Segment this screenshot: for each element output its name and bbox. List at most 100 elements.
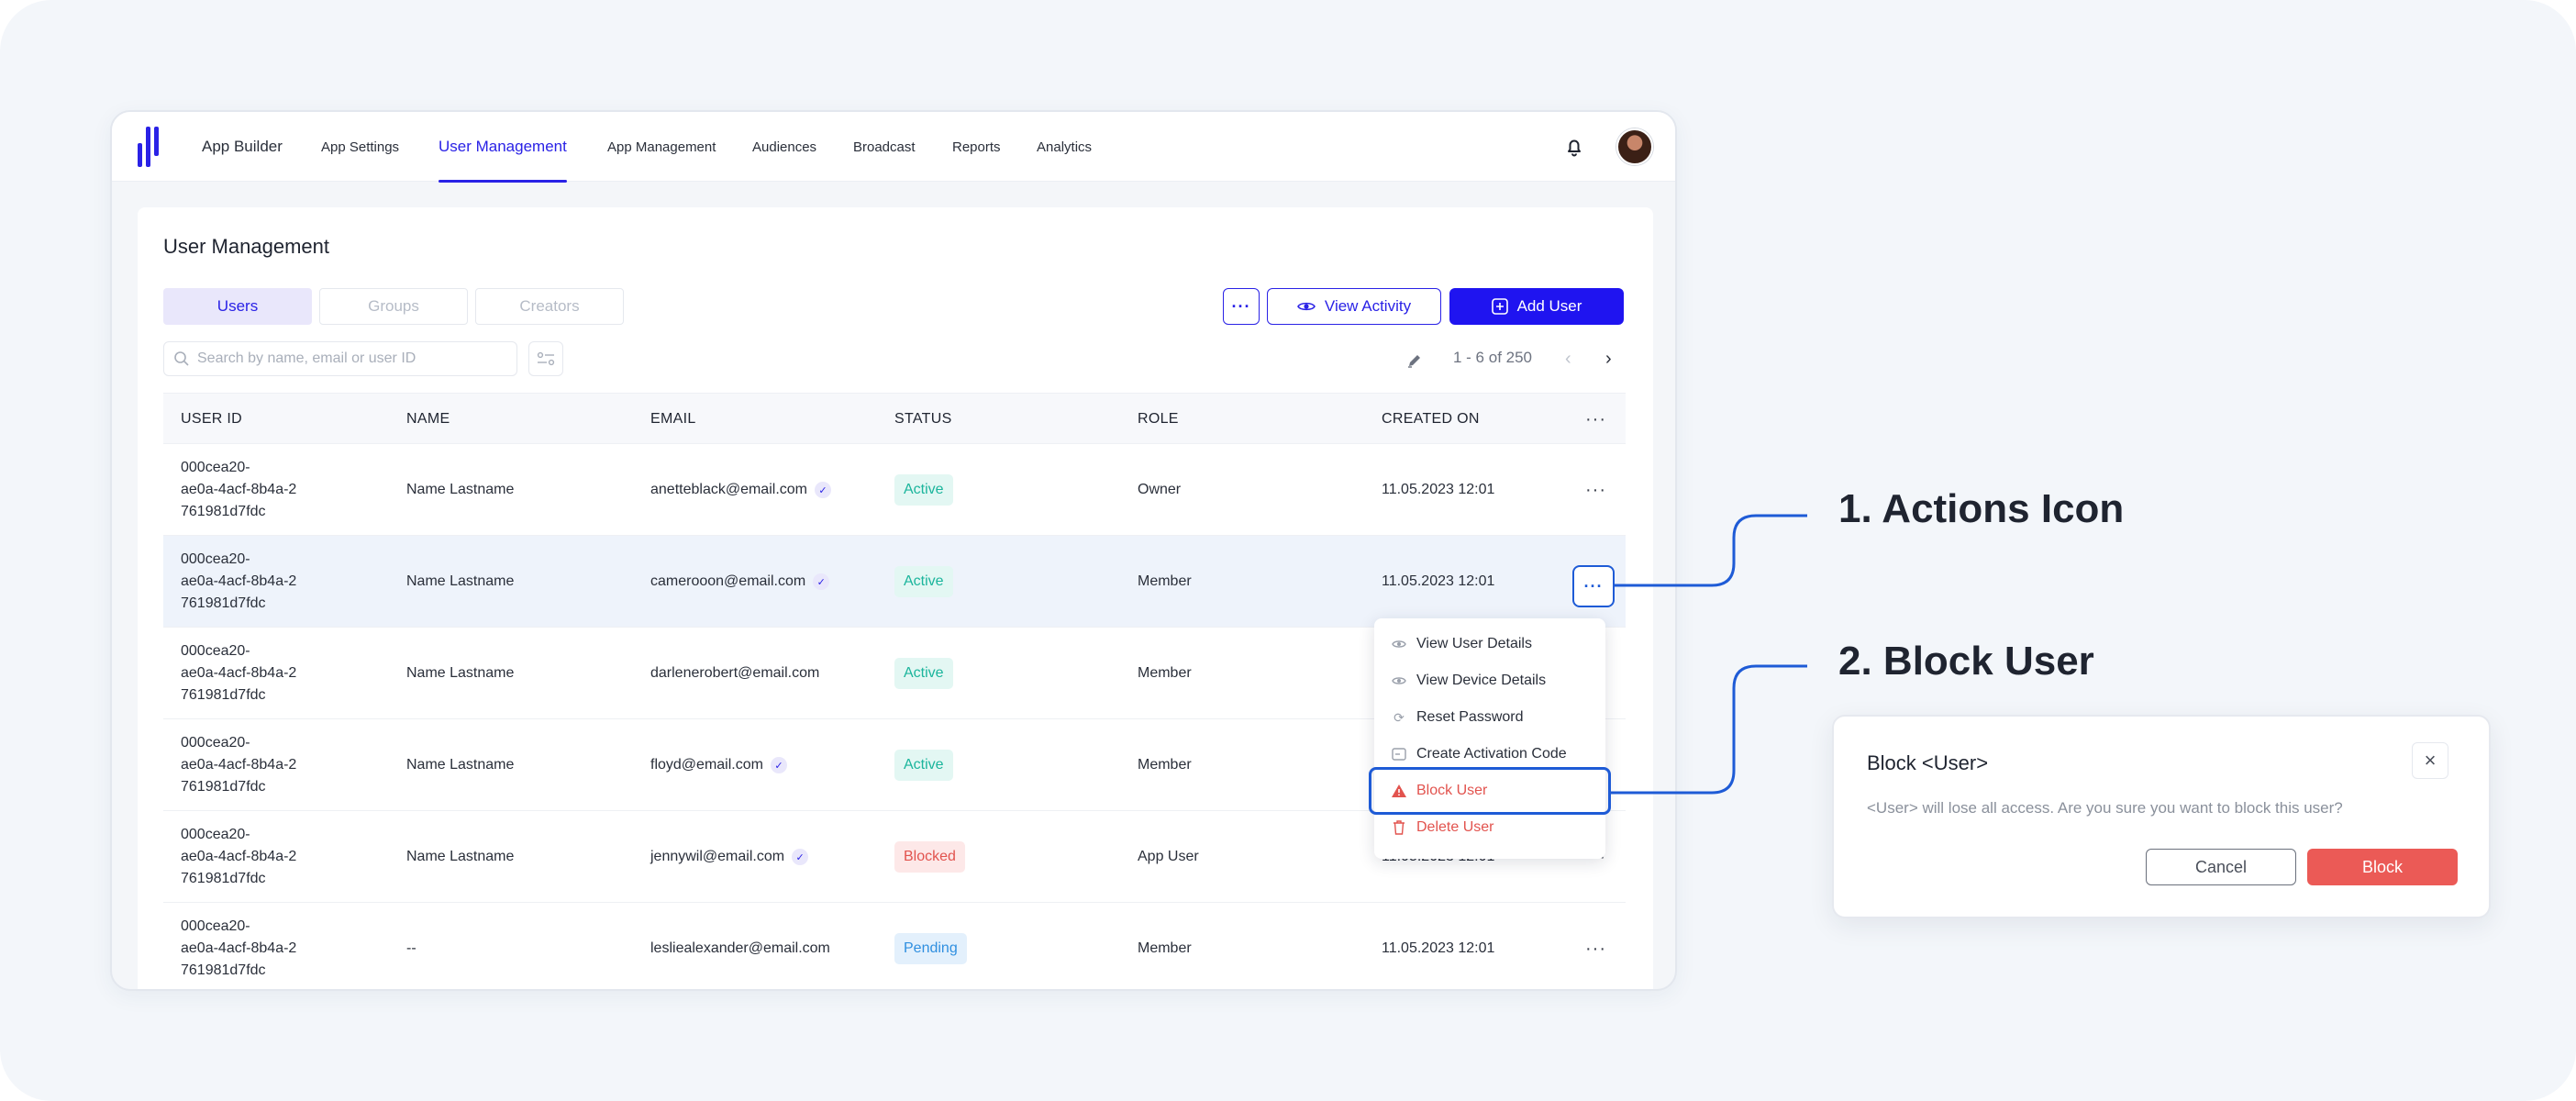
edit-icon[interactable] xyxy=(1405,351,1424,370)
cell-role: App User xyxy=(1138,849,1199,864)
cell-status: Active xyxy=(894,628,953,719)
menu-block-user[interactable]: Block User xyxy=(1374,773,1605,809)
cell-user-id: 000cea20- ae0a-4acf-8b4a-2 761981d7fdc xyxy=(181,460,297,519)
cell-name: -- xyxy=(406,940,416,956)
header-name[interactable]: NAME xyxy=(406,394,450,445)
header-email[interactable]: EMAIL xyxy=(650,394,696,445)
cell-role: Owner xyxy=(1138,482,1182,497)
app-window: App Builder App Settings User Management… xyxy=(110,110,1677,991)
nav-analytics[interactable]: Analytics xyxy=(1037,112,1092,182)
cell-name: Name Lastname xyxy=(406,482,515,497)
header-status[interactable]: STATUS xyxy=(894,394,952,445)
email-text: anetteblack@email.com xyxy=(650,482,807,497)
email-text: lesliealexander@email.com xyxy=(650,940,830,956)
row-actions-icon[interactable]: ··· xyxy=(1585,444,1606,536)
nav-audiences[interactable]: Audiences xyxy=(752,112,816,182)
add-user-label: Add User xyxy=(1516,297,1582,315)
eye-icon xyxy=(1391,673,1407,689)
dialog-message: <User> will lose all access. Are you sur… xyxy=(1867,799,2343,817)
table-row[interactable]: 000cea20- ae0a-4acf-8b4a-2 761981d7fdc Na… xyxy=(163,444,1626,536)
cell-name: Name Lastname xyxy=(406,757,515,773)
eye-icon xyxy=(1391,636,1407,652)
dialog-title: Block <User> xyxy=(1867,751,1989,774)
menu-label: View User Details xyxy=(1416,636,1532,651)
verified-check-icon: ✓ xyxy=(813,573,830,590)
search-icon xyxy=(174,351,189,366)
filter-button[interactable] xyxy=(528,341,563,376)
row-actions-menu: View User Details View Device Details ⟳ … xyxy=(1374,618,1605,859)
trash-icon xyxy=(1391,819,1407,836)
cell-email: camerooon@email.com ✓ xyxy=(650,536,830,628)
top-navigation: App Builder App Settings User Management… xyxy=(112,112,1675,183)
cell-user-id: 000cea20- ae0a-4acf-8b4a-2 761981d7fdc xyxy=(181,643,297,703)
row-actions-icon[interactable]: ··· xyxy=(1585,903,1606,989)
header-created-on[interactable]: CREATED ON xyxy=(1382,394,1480,445)
cell-status: Blocked xyxy=(894,811,965,903)
menu-create-activation-code[interactable]: Create Activation Code xyxy=(1374,736,1605,773)
table-row[interactable]: 000cea20- ae0a-4acf-8b4a-2 761981d7fdc --… xyxy=(163,903,1626,989)
cancel-button[interactable]: Cancel xyxy=(2146,849,2296,885)
chevron-right-icon[interactable]: › xyxy=(1605,349,1612,370)
status-badge: Active xyxy=(894,658,953,689)
actions-icon-highlighted[interactable]: ··· xyxy=(1572,565,1615,607)
menu-view-user-details[interactable]: View User Details xyxy=(1374,626,1605,662)
app-logo[interactable] xyxy=(138,127,160,167)
avatar[interactable] xyxy=(1616,128,1653,165)
cell-email: floyd@email.com ✓ xyxy=(650,719,787,811)
more-horizontal-icon: ··· xyxy=(1231,296,1251,316)
add-user-button[interactable]: Add User xyxy=(1449,288,1624,325)
warning-icon xyxy=(1391,783,1407,799)
tab-groups[interactable]: Groups xyxy=(319,288,468,325)
nav-app-management[interactable]: App Management xyxy=(607,112,716,182)
cell-created-on: 11.05.2023 12:01 xyxy=(1382,573,1495,589)
cell-created-on: 11.05.2023 12:01 xyxy=(1382,482,1495,497)
callout-actions-icon: 1. Actions Icon xyxy=(1838,486,2125,531)
chevron-left-icon[interactable]: ‹ xyxy=(1565,349,1571,370)
block-button[interactable]: Block xyxy=(2307,849,2458,885)
cell-user-id: 000cea20- ae0a-4acf-8b4a-2 761981d7fdc xyxy=(181,918,297,978)
code-icon xyxy=(1391,746,1407,762)
cell-email: darlenerobert@email.com xyxy=(650,628,819,719)
tab-creators[interactable]: Creators xyxy=(475,288,624,325)
refresh-icon: ⟳ xyxy=(1393,709,1405,725)
cell-email: jennywil@email.com ✓ xyxy=(650,811,809,903)
more-horizontal-icon: ··· xyxy=(1583,576,1604,595)
view-activity-button[interactable]: View Activity xyxy=(1267,288,1441,325)
bell-icon[interactable] xyxy=(1563,136,1585,158)
cell-user-id: 000cea20- ae0a-4acf-8b4a-2 761981d7fdc xyxy=(181,551,297,611)
column-options-icon[interactable]: ··· xyxy=(1585,394,1606,445)
cell-role: Member xyxy=(1138,940,1192,956)
table-row[interactable]: 000cea20- ae0a-4acf-8b4a-2 761981d7fdc Na… xyxy=(163,536,1626,628)
menu-label: Reset Password xyxy=(1416,709,1524,725)
menu-delete-user[interactable]: Delete User xyxy=(1374,809,1605,846)
nav-app-builder[interactable]: App Builder xyxy=(202,112,283,182)
tab-users[interactable]: Users xyxy=(163,288,312,325)
more-actions-button[interactable]: ··· xyxy=(1223,288,1260,325)
cell-role: Member xyxy=(1138,757,1192,773)
menu-label: Delete User xyxy=(1416,819,1494,835)
cell-status: Active xyxy=(894,719,953,811)
nav-broadcast[interactable]: Broadcast xyxy=(853,112,916,182)
status-badge: Active xyxy=(894,750,953,781)
view-activity-label: View Activity xyxy=(1324,297,1412,315)
email-text: floyd@email.com xyxy=(650,757,763,773)
cell-name: Name Lastname xyxy=(406,849,515,864)
user-management-card: User Management Users Groups Creators ··… xyxy=(138,207,1653,989)
search-input[interactable] xyxy=(197,350,509,367)
status-badge: Active xyxy=(894,474,953,506)
header-role[interactable]: ROLE xyxy=(1138,394,1179,445)
pagination-label: 1 - 6 of 250 xyxy=(1453,349,1533,366)
cell-email: lesliealexander@email.com xyxy=(650,903,830,989)
cell-name: Name Lastname xyxy=(406,573,515,589)
cell-status: Active xyxy=(894,536,953,628)
close-icon[interactable]: × xyxy=(2412,742,2448,779)
nav-reports[interactable]: Reports xyxy=(952,112,1001,182)
nav-user-management[interactable]: User Management xyxy=(439,112,567,183)
filter-icon xyxy=(537,351,555,366)
cell-status: Active xyxy=(894,444,953,536)
nav-app-settings[interactable]: App Settings xyxy=(321,112,399,182)
header-user-id[interactable]: USER ID xyxy=(181,394,242,445)
menu-view-device-details[interactable]: View Device Details xyxy=(1374,662,1605,699)
menu-reset-password[interactable]: ⟳ Reset Password xyxy=(1374,699,1605,736)
page-title: User Management xyxy=(163,235,329,258)
